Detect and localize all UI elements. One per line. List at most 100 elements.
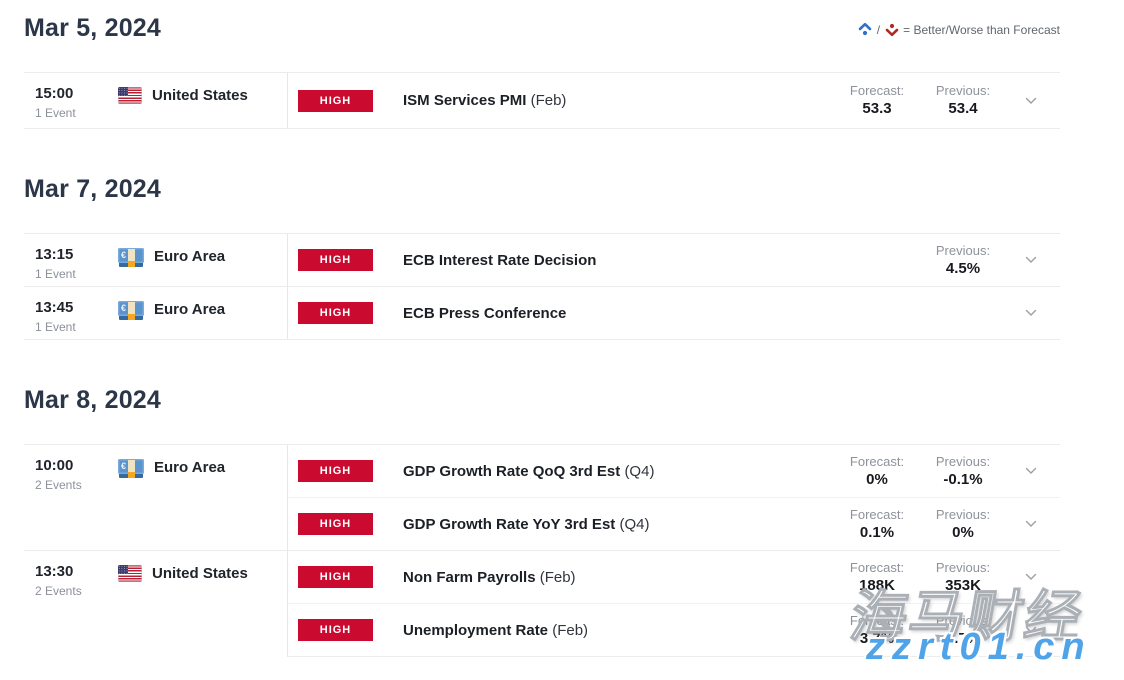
- forecast-col: Forecast: 53.3: [838, 83, 916, 118]
- event-title-wrap: ISM Services PMI (Feb): [403, 92, 566, 109]
- event-period: (Feb): [552, 622, 588, 639]
- forecast-value: 53.3: [838, 100, 916, 118]
- country-name: United States: [152, 564, 248, 584]
- economic-calendar: Mar 5, 2024 / = Better/Worse than Foreca…: [0, 14, 1124, 657]
- event-count: 1 Event: [35, 106, 118, 120]
- country-cell: € Euro Area: [118, 234, 287, 286]
- chevron-down-icon: [1025, 467, 1037, 475]
- chevron-down-icon: [1025, 309, 1037, 317]
- previous-value: [924, 305, 1002, 323]
- event-title: ECB Press Conference: [403, 305, 566, 322]
- chevron-down-icon: [1025, 520, 1037, 528]
- expand-row-button[interactable]: [1002, 309, 1060, 317]
- forecast-legend: / = Better/Worse than Forecast: [858, 14, 1060, 37]
- event-count: 2 Events: [35, 478, 118, 492]
- country-name: Euro Area: [154, 300, 225, 320]
- forecast-col: [838, 250, 916, 270]
- previous-label: Previous:: [924, 454, 1002, 469]
- expand-row-button[interactable]: [1002, 256, 1060, 264]
- event-title-wrap: Non Farm Payrolls (Feb): [403, 569, 576, 586]
- event-title: GDP Growth Rate YoY 3rd Est: [403, 516, 615, 533]
- previous-col: Previous: 0%: [924, 507, 1002, 542]
- event-group: 15:00 1 Event United States HIGH ISM Ser…: [24, 72, 1060, 129]
- event-time: 13:30: [35, 563, 118, 580]
- events-list: HIGH ECB Interest Rate Decision Previous…: [287, 234, 1060, 286]
- event-count: 2 Events: [35, 584, 118, 598]
- event-title-wrap: ECB Press Conference: [403, 305, 566, 322]
- event-title-wrap: ECB Interest Rate Decision: [403, 252, 596, 269]
- event-values: Forecast: 0.1% Previous: 0%: [830, 507, 1060, 542]
- previous-col: Previous: -0.1%: [924, 454, 1002, 489]
- events-list: HIGH ISM Services PMI (Feb) Forecast: 53…: [287, 73, 1060, 128]
- time-cell: 13:15 1 Event: [24, 234, 118, 286]
- time-cell: 10:00 2 Events: [24, 445, 118, 550]
- previous-label: Previous:: [924, 83, 1002, 98]
- event-row[interactable]: HIGH GDP Growth Rate QoQ 3rd Est (Q4) Fo…: [288, 445, 1060, 497]
- event-title-wrap: Unemployment Rate (Feb): [403, 622, 588, 639]
- forecast-col: [838, 303, 916, 323]
- euro-banknote-icon: €: [118, 458, 144, 478]
- event-time: 13:15: [35, 246, 118, 263]
- previous-value: 4.5%: [924, 260, 1002, 278]
- importance-badge: HIGH: [298, 566, 373, 588]
- us-flag-icon: [118, 87, 142, 104]
- country-name: Euro Area: [154, 458, 225, 478]
- previous-col: [924, 303, 1002, 323]
- event-row[interactable]: HIGH ISM Services PMI (Feb) Forecast: 53…: [288, 73, 1060, 128]
- event-values: Forecast: 0% Previous: -0.1%: [830, 454, 1060, 489]
- euro-banknote-icon: €: [118, 300, 144, 320]
- event-period: (Q4): [619, 516, 649, 533]
- forecast-label: Forecast:: [838, 83, 916, 98]
- event-title-wrap: GDP Growth Rate QoQ 3rd Est (Q4): [403, 463, 654, 480]
- expand-row-button[interactable]: [1002, 520, 1060, 528]
- time-cell: 15:00 1 Event: [24, 73, 118, 128]
- legend-separator: /: [877, 23, 880, 37]
- forecast-col: Forecast: 0.1%: [838, 507, 916, 542]
- country-name: United States: [152, 86, 248, 106]
- event-title: ECB Interest Rate Decision: [403, 252, 596, 269]
- event-group: 13:45 1 Event € Euro Area HIGH ECB Press…: [24, 286, 1060, 340]
- event-group: 13:15 1 Event € Euro Area HIGH ECB Inter…: [24, 233, 1060, 286]
- event-values: Previous: 4.5%: [830, 243, 1060, 278]
- event-title: Unemployment Rate: [403, 622, 548, 639]
- expand-row-button[interactable]: [1002, 97, 1060, 105]
- country-cell: United States: [118, 551, 287, 657]
- previous-col: Previous: 53.4: [924, 83, 1002, 118]
- importance-badge: HIGH: [298, 619, 373, 641]
- importance-badge: HIGH: [298, 249, 373, 271]
- time-cell: 13:45 1 Event: [24, 287, 118, 339]
- legend-text: = Better/Worse than Forecast: [903, 23, 1060, 37]
- event-row[interactable]: HIGH ECB Press Conference: [288, 287, 1060, 339]
- forecast-value: [838, 305, 916, 323]
- event-period: (Feb): [531, 92, 567, 109]
- event-title: GDP Growth Rate QoQ 3rd Est: [403, 463, 620, 480]
- event-title: ISM Services PMI: [403, 92, 526, 109]
- importance-badge: HIGH: [298, 302, 373, 324]
- event-title: Non Farm Payrolls: [403, 569, 536, 586]
- event-row[interactable]: HIGH GDP Growth Rate YoY 3rd Est (Q4) Fo…: [288, 497, 1060, 550]
- event-period: (Q4): [624, 463, 654, 480]
- previous-col: Previous: 4.5%: [924, 243, 1002, 278]
- importance-badge: HIGH: [298, 90, 373, 112]
- event-time: 13:45: [35, 299, 118, 316]
- forecast-value: 0.1%: [838, 524, 916, 542]
- event-time: 10:00: [35, 457, 118, 474]
- chevron-down-icon: [1025, 97, 1037, 105]
- event-count: 1 Event: [35, 320, 118, 334]
- watermark-url-text: zzrt01.cn: [866, 626, 1092, 669]
- euro-banknote-icon: €: [118, 247, 144, 267]
- country-name: Euro Area: [154, 247, 225, 267]
- event-values: Forecast: 53.3 Previous: 53.4: [830, 83, 1060, 118]
- date-heading-mar-5: Mar 5, 2024: [24, 14, 161, 43]
- date-heading-mar-7: Mar 7, 2024: [24, 175, 1060, 204]
- worse-than-forecast-icon: [885, 22, 899, 37]
- forecast-label: Forecast:: [838, 454, 916, 469]
- importance-badge: HIGH: [298, 513, 373, 535]
- forecast-label: Forecast:: [838, 507, 916, 522]
- event-period: (Feb): [540, 569, 576, 586]
- previous-label: Previous:: [924, 507, 1002, 522]
- importance-badge: HIGH: [298, 460, 373, 482]
- expand-row-button[interactable]: [1002, 467, 1060, 475]
- event-row[interactable]: HIGH ECB Interest Rate Decision Previous…: [288, 234, 1060, 286]
- event-time: 15:00: [35, 85, 118, 102]
